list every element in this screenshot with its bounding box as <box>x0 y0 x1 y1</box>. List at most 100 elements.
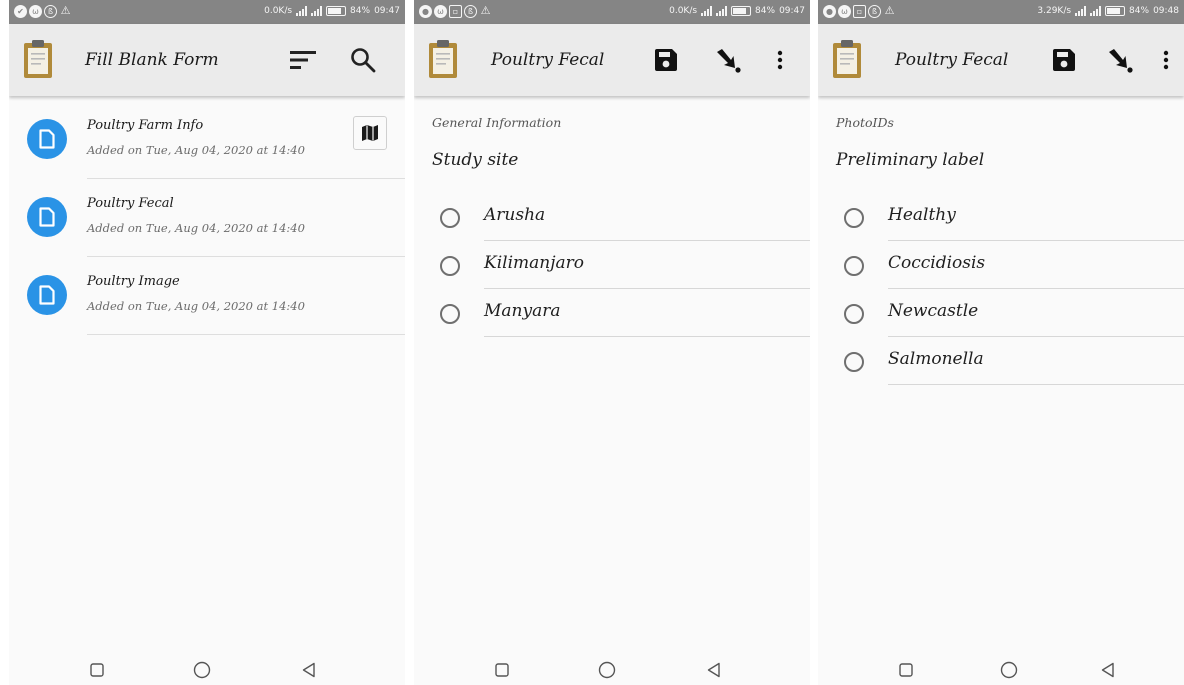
jump-button[interactable] <box>1104 44 1136 76</box>
radio-button[interactable] <box>440 304 460 324</box>
radio-option[interactable]: Salmonella <box>818 337 1184 385</box>
form-list-item[interactable]: Poultry Farm Info Added on Tue, Aug 04, … <box>9 101 405 179</box>
home-circle-icon <box>1000 661 1018 679</box>
map-button[interactable] <box>353 116 387 150</box>
clock: 09:48 <box>1153 6 1179 16</box>
clipboard-icon <box>833 40 861 78</box>
option-label: Newcastle <box>888 301 979 321</box>
save-button[interactable] <box>1048 44 1080 76</box>
more-options-button[interactable] <box>1150 44 1182 76</box>
group-title: General Information <box>432 115 562 130</box>
back-button[interactable] <box>299 660 319 680</box>
home-circle-icon <box>193 661 211 679</box>
screen-fill-blank-form: ✔ ω ß ⚠ 0.0K/s 84% 09:47 Fill Blank Form <box>9 0 405 685</box>
home-button[interactable] <box>999 660 1019 680</box>
form-list-item[interactable]: Poultry Image Added on Tue, Aug 04, 2020… <box>9 257 405 335</box>
radio-option[interactable]: Arusha <box>414 193 810 241</box>
signal-icon <box>311 6 323 16</box>
notification-icons: ● ω ▫ ß ⚠ <box>823 5 896 18</box>
more-options-button[interactable] <box>764 44 796 76</box>
document-icon <box>39 207 55 227</box>
battery-level: 84% <box>350 6 371 16</box>
app-bar: Poultry Fecal <box>818 24 1184 96</box>
notification-icon: ✔ <box>14 5 27 18</box>
page-title: Fill Blank Form <box>85 50 219 70</box>
signal-icon <box>701 6 713 16</box>
radio-option[interactable]: Coccidiosis <box>818 241 1184 289</box>
map-icon <box>362 125 378 141</box>
option-label: Coccidiosis <box>888 253 986 273</box>
form-icon <box>27 197 67 237</box>
search-button[interactable] <box>347 44 379 76</box>
form-name: Poultry Image <box>87 274 180 289</box>
sort-icon <box>290 51 316 69</box>
screen-study-site: ● ω ▫ ß ⚠ 0.0K/s 84% 09:47 Poultry Fecal <box>414 0 810 685</box>
home-button[interactable] <box>192 660 212 680</box>
signal-icon <box>716 6 728 16</box>
radio-button[interactable] <box>844 208 864 228</box>
radio-button[interactable] <box>440 208 460 228</box>
status-bar: ● ω ▫ ß ⚠ 3.29K/s 84% 09:48 <box>818 0 1184 24</box>
option-label: Arusha <box>484 205 546 225</box>
radio-option[interactable]: Kilimanjaro <box>414 241 810 289</box>
save-button[interactable] <box>650 44 682 76</box>
screen-preliminary-label: ● ω ▫ ß ⚠ 3.29K/s 84% 09:48 Poultry Feca… <box>818 0 1184 685</box>
jump-arrow-icon <box>717 49 741 73</box>
battery-level: 84% <box>755 6 776 16</box>
recents-button[interactable] <box>87 660 107 680</box>
divider <box>87 334 405 335</box>
radio-option[interactable]: Healthy <box>818 193 1184 241</box>
notification-icons: ● ω ▫ ß ⚠ <box>419 5 492 18</box>
status-bar: ● ω ▫ ß ⚠ 0.0K/s 84% 09:47 <box>414 0 810 24</box>
form-list-item[interactable]: Poultry Fecal Added on Tue, Aug 04, 2020… <box>9 179 405 257</box>
home-button[interactable] <box>597 660 617 680</box>
system-nav-bar <box>9 654 405 685</box>
save-icon <box>655 49 677 71</box>
sort-button[interactable] <box>287 44 319 76</box>
radio-button[interactable] <box>844 352 864 372</box>
network-speed: 0.0K/s <box>669 6 698 16</box>
form-name: Poultry Farm Info <box>87 118 204 133</box>
document-icon <box>39 285 55 305</box>
warning-icon: ⚠ <box>884 4 895 17</box>
radio-button[interactable] <box>440 256 460 276</box>
battery-icon <box>326 6 347 16</box>
network-speed: 0.0K/s <box>264 6 293 16</box>
back-button[interactable] <box>1098 660 1118 680</box>
option-label: Manyara <box>484 301 561 321</box>
recents-square-icon <box>899 663 913 677</box>
signal-icon <box>1090 6 1102 16</box>
back-triangle-icon <box>302 662 315 678</box>
app-bar: Poultry Fecal <box>414 24 810 96</box>
radio-button[interactable] <box>844 304 864 324</box>
save-icon <box>1053 49 1075 71</box>
back-button[interactable] <box>704 660 724 680</box>
form-name: Poultry Fecal <box>87 196 174 211</box>
document-icon <box>39 129 55 149</box>
clock: 09:47 <box>374 6 400 16</box>
radio-option[interactable]: Newcastle <box>818 289 1184 337</box>
form-date: Added on Tue, Aug 04, 2020 at 14:40 <box>87 221 305 235</box>
recents-button[interactable] <box>896 660 916 680</box>
jump-arrow-icon <box>1109 49 1133 73</box>
page-title: Poultry Fecal <box>895 50 1009 70</box>
recents-square-icon <box>90 663 104 677</box>
more-vert-icon <box>1163 50 1169 70</box>
form-icon <box>27 275 67 315</box>
question-label: Preliminary label <box>836 150 985 170</box>
signal-icon <box>1075 6 1087 16</box>
search-icon <box>351 48 376 73</box>
back-triangle-icon <box>707 662 720 678</box>
recents-button[interactable] <box>492 660 512 680</box>
system-nav-bar <box>414 654 810 685</box>
radio-option[interactable]: Manyara <box>414 289 810 337</box>
jump-button[interactable] <box>712 44 744 76</box>
status-indicators: 3.29K/s 84% 09:48 <box>1037 6 1179 16</box>
battery-icon <box>731 6 752 16</box>
notification-icon: ω <box>434 5 447 18</box>
form-icon <box>27 119 67 159</box>
warning-icon: ⚠ <box>480 4 491 17</box>
recents-square-icon <box>495 663 509 677</box>
divider <box>888 384 1184 385</box>
radio-button[interactable] <box>844 256 864 276</box>
